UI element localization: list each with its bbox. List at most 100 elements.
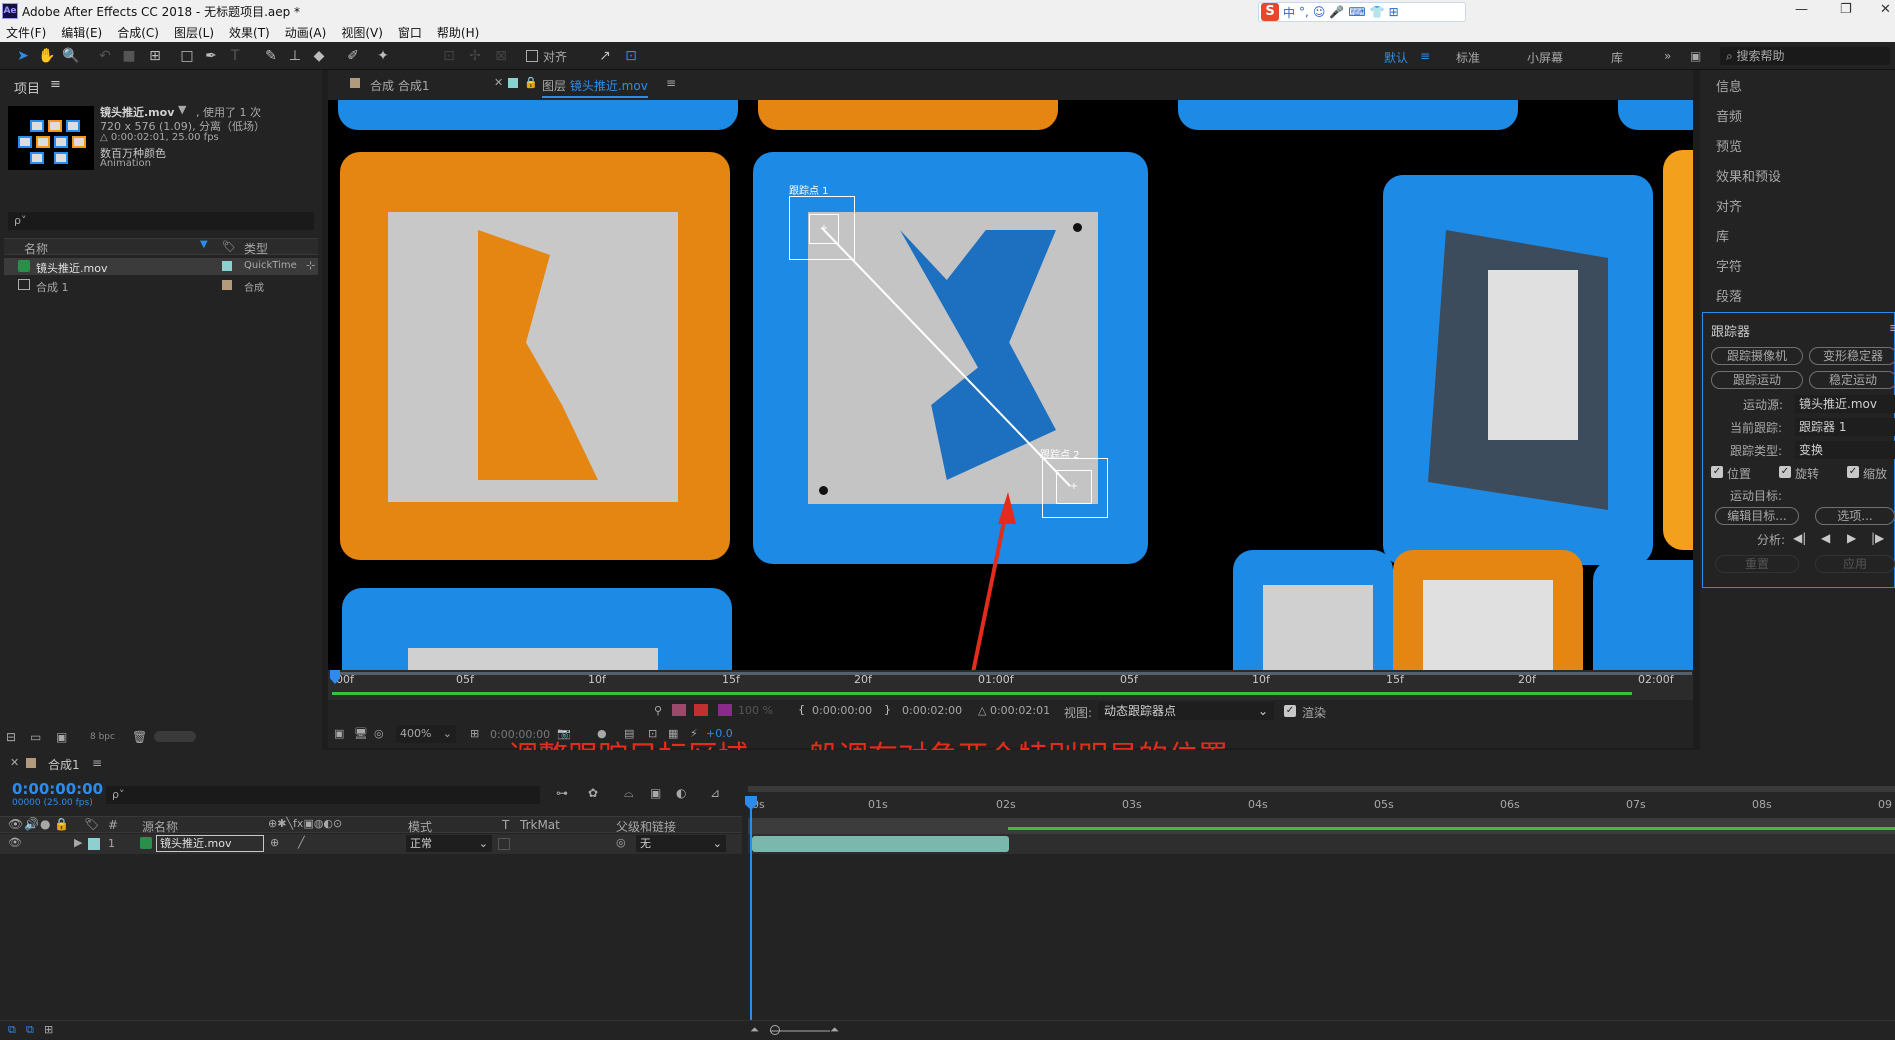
- analyze-back-all-icon[interactable]: ◀|: [1793, 531, 1806, 545]
- switches-icons[interactable]: ⊕✱╲fx▣◍◐⊙: [268, 817, 342, 830]
- workspace-default[interactable]: 默认: [1384, 49, 1408, 66]
- panel-effects-presets[interactable]: 效果和预设: [1716, 166, 1781, 185]
- current-time-indicator[interactable]: [750, 796, 752, 1040]
- render-checkbox[interactable]: ✓: [1284, 705, 1296, 717]
- lock-icon[interactable]: 🔒: [54, 817, 69, 831]
- viewer-time-ruler[interactable]: 00f 05f 10f 15f 20f 01:00f 05f 10f 15f 2…: [328, 670, 1693, 700]
- scale-checkbox[interactable]: ✓: [1847, 466, 1859, 478]
- align-checkbox[interactable]: [526, 50, 538, 62]
- zoom-tool-icon[interactable]: 🔍: [62, 47, 80, 65]
- pan-behind-tool-icon[interactable]: ⊞: [146, 47, 164, 65]
- shy-layers-icon[interactable]: ⌓: [624, 786, 634, 801]
- layer-duration-bar[interactable]: [752, 836, 1009, 852]
- in-point-time[interactable]: 0:00:00:00: [812, 704, 872, 717]
- preserve-transparency-checkbox[interactable]: [498, 838, 510, 850]
- zoom-in-icon[interactable]: ⏶: [830, 1023, 839, 1037]
- hamburger-icon[interactable]: ≡: [1420, 49, 1430, 63]
- roto-brush-tool-icon[interactable]: ✐: [344, 47, 362, 65]
- col-trkmat[interactable]: TrkMat: [520, 818, 560, 832]
- analyze-forward-one-icon[interactable]: ▶: [1847, 531, 1856, 545]
- pick-whip-icon[interactable]: ◎: [616, 836, 626, 849]
- panel-libraries[interactable]: 库: [1716, 226, 1729, 245]
- motion-path-icon[interactable]: ⚲: [654, 704, 662, 717]
- track-point-1-attach-icon[interactable]: +: [819, 224, 829, 234]
- color-swatch-icon[interactable]: [718, 704, 732, 716]
- comp-flowchart-icon[interactable]: ⊶: [556, 786, 568, 800]
- frame-blending-icon[interactable]: ▣: [650, 786, 661, 800]
- label-column-icon[interactable]: 🏷: [84, 817, 99, 831]
- analyze-forward-all-icon[interactable]: |▶: [1871, 531, 1884, 545]
- in-point-icon[interactable]: {: [798, 703, 805, 716]
- project-panel-title[interactable]: 项目: [14, 78, 40, 97]
- parent-dropdown[interactable]: 无 ⌄: [636, 835, 726, 852]
- sync-settings-icon[interactable]: ▣: [1690, 49, 1701, 63]
- zoom-out-icon[interactable]: ⏶: [750, 1023, 759, 1037]
- panel-menu-icon[interactable]: ≡: [92, 756, 102, 770]
- restore-icon[interactable]: ❐: [1840, 2, 1852, 17]
- ime-item[interactable]: 中: [1283, 4, 1295, 21]
- col-type[interactable]: 类型: [244, 240, 268, 257]
- bit-depth[interactable]: 8 bpc: [90, 732, 115, 742]
- timeline-search-input[interactable]: ρ˅: [106, 786, 540, 804]
- apply-button[interactable]: 应用: [1815, 555, 1895, 573]
- rectangle-tool-icon[interactable]: □: [178, 47, 196, 65]
- interpret-footage-icon[interactable]: ⊟: [6, 730, 16, 744]
- sort-arrow-icon[interactable]: ▼: [200, 239, 208, 250]
- toggle-in-out-icon[interactable]: ⊞: [44, 1023, 53, 1036]
- panel-character[interactable]: 字符: [1716, 256, 1742, 275]
- close-icon[interactable]: ✕: [1880, 2, 1891, 17]
- eye-icon[interactable]: 👁: [8, 836, 22, 849]
- timeline-tab[interactable]: 合成1: [48, 756, 80, 773]
- more-workspaces-icon[interactable]: »: [1664, 49, 1671, 63]
- panel-menu-icon[interactable]: ≡: [1889, 321, 1895, 336]
- draft-3d-icon[interactable]: ✿: [588, 786, 598, 800]
- zoom-slider-handle[interactable]: [770, 1025, 780, 1035]
- ime-item[interactable]: 👕: [1370, 5, 1385, 19]
- menu-composition[interactable]: 合成(C): [117, 24, 159, 41]
- eraser-tool-icon[interactable]: ◆: [310, 47, 328, 65]
- col-parent[interactable]: 父级和链接: [616, 818, 676, 835]
- layer-name[interactable]: 镜头推近.mov: [156, 835, 264, 852]
- blend-mode-dropdown[interactable]: 正常 ⌄: [406, 835, 492, 852]
- panel-info[interactable]: 信息: [1716, 76, 1742, 95]
- panel-menu-icon[interactable]: ≡: [50, 77, 61, 92]
- search-help-input[interactable]: ⌕ 搜索帮助: [1720, 47, 1890, 65]
- eye-icon[interactable]: 👁: [8, 817, 23, 831]
- panel-align[interactable]: 对齐: [1716, 196, 1742, 215]
- project-item-row[interactable]: 镜头推近.mov QuickTime ⊹: [4, 258, 318, 275]
- snap-icon[interactable]: ↗: [596, 47, 614, 65]
- menu-animation[interactable]: 动画(A): [285, 24, 327, 41]
- selection-tool-icon[interactable]: ➤: [14, 47, 32, 65]
- motion-source-dropdown[interactable]: 镜头推近.mov: [1795, 395, 1895, 413]
- puppet-tool-icon[interactable]: ✦: [374, 47, 392, 65]
- ime-item[interactable]: ⌨: [1348, 5, 1365, 19]
- ime-item[interactable]: ⊞: [1389, 5, 1399, 19]
- new-composition-icon[interactable]: ▣: [56, 730, 67, 744]
- solo-icon[interactable]: ●: [40, 817, 50, 831]
- workspace-library[interactable]: 库: [1611, 49, 1623, 66]
- label-color-swatch[interactable]: [222, 261, 232, 271]
- current-track-dropdown[interactable]: 跟踪器 1: [1795, 418, 1895, 436]
- label-color-swatch[interactable]: [222, 280, 232, 290]
- reset-button[interactable]: 重置: [1715, 555, 1799, 573]
- work-area-bar[interactable]: [748, 818, 1895, 834]
- quality-switch-icon[interactable]: ╱: [298, 836, 305, 849]
- rotation-checkbox[interactable]: ✓: [1779, 466, 1791, 478]
- toggle-transfer-icon[interactable]: ⧉: [26, 1023, 34, 1037]
- tab-layer[interactable]: 图层 镜头推近.mov: [542, 77, 648, 98]
- close-tab-icon[interactable]: ✕: [10, 756, 19, 769]
- render-icon[interactable]: [672, 704, 686, 716]
- position-checkbox[interactable]: ✓: [1711, 466, 1723, 478]
- thumbnail-slider[interactable]: [154, 731, 196, 742]
- close-tab-icon[interactable]: ✕: [494, 76, 503, 89]
- monitor-icon[interactable]: 🖥: [354, 727, 368, 740]
- track-type-dropdown[interactable]: 变换: [1795, 441, 1895, 459]
- title-safe-icon[interactable]: ⊞: [470, 727, 479, 740]
- menu-file[interactable]: 文件(F): [6, 24, 46, 41]
- out-point-icon[interactable]: }: [884, 703, 891, 716]
- panel-paragraph[interactable]: 段落: [1716, 286, 1742, 305]
- col-source-name[interactable]: 源名称: [142, 818, 178, 835]
- workspace-small-screen[interactable]: 小屏幕: [1527, 49, 1563, 66]
- stabilize-motion-button[interactable]: 稳定运动: [1809, 371, 1895, 389]
- always-preview-icon[interactable]: ▣: [334, 727, 344, 740]
